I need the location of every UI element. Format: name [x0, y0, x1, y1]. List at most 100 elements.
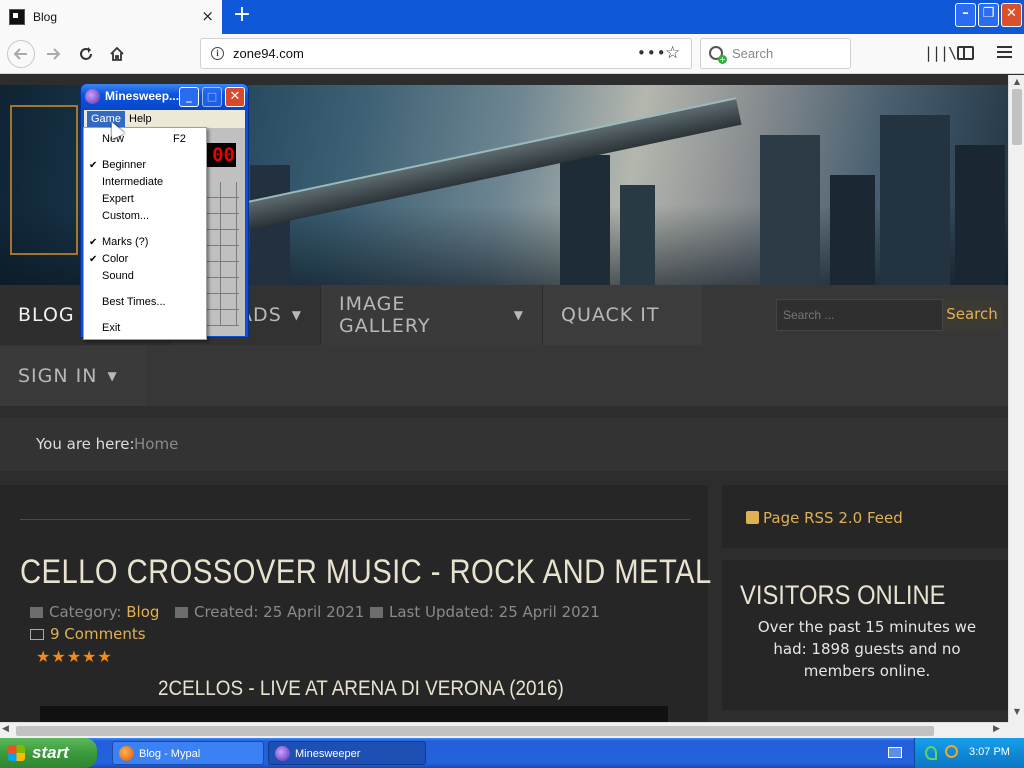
nav-item-image-gallery[interactable]: IMAGE GALLERY ▼	[320, 285, 542, 345]
menu-item-label: Best Times...	[102, 296, 166, 308]
hamburger-menu-icon[interactable]	[997, 46, 1012, 58]
menu-separator	[87, 151, 203, 152]
nav-item-label: SIGN IN	[18, 365, 98, 387]
scroll-up-arrow-icon[interactable]: ▲	[1009, 75, 1024, 89]
keyboard-icon[interactable]	[888, 747, 902, 758]
minesweeper-close-button[interactable]: ✕	[225, 87, 245, 107]
category-link[interactable]: Blog	[126, 603, 159, 621]
menu-item-label: Color	[102, 253, 129, 265]
menu-item-custom[interactable]: Custom...	[84, 208, 206, 225]
start-button[interactable]: start	[0, 738, 97, 768]
tab-close-icon[interactable]: ×	[201, 8, 214, 24]
rating-stars[interactable]: ★★★★★	[36, 647, 113, 666]
article-category: Category: Blog	[30, 603, 159, 621]
menu-help[interactable]: Help	[126, 111, 155, 127]
visitors-module: VISITORS ONLINE Over the past 15 minutes…	[722, 560, 1008, 710]
minesweeper-minimize-button[interactable]: _	[179, 87, 199, 107]
tray-search-icon[interactable]	[945, 745, 958, 758]
scroll-left-arrow-icon[interactable]: ◀	[2, 724, 9, 734]
breadcrumb-home: Home	[134, 435, 179, 453]
minesweeper-titlebar[interactable]: Minesweep... _ □ ✕	[81, 84, 248, 110]
menu-item-beginner[interactable]: ✔ Beginner	[84, 157, 206, 174]
site-search-button[interactable]: Search	[943, 299, 1001, 331]
article: CELLO CROSSOVER MUSIC - ROCK AND METAL C…	[0, 485, 711, 722]
taskbar-item-minesweeper[interactable]: Minesweeper	[268, 741, 426, 765]
taskbar-item-blog[interactable]: Blog - Mypal	[112, 741, 264, 765]
minesweeper-maximize-button: □	[202, 87, 222, 107]
minefield-grid[interactable]	[205, 182, 239, 326]
nav-item-quack-it[interactable]: QUACK IT	[542, 285, 702, 345]
clock[interactable]: 3:07 PM	[969, 746, 1010, 758]
menu-item-color[interactable]: ✔ Color	[84, 251, 206, 268]
calendar-icon	[370, 607, 383, 618]
url-bar[interactable]: i zone94.com ••• ☆	[200, 38, 692, 69]
browser-maximize-button[interactable]: ❐	[978, 3, 999, 27]
library-icon[interactable]: |||\	[924, 44, 957, 62]
minesweeper-app-icon	[275, 746, 290, 761]
mine-counter-display: 00	[203, 143, 236, 167]
article-divider	[20, 519, 690, 520]
tab-blog[interactable]: Blog ×	[0, 0, 222, 34]
vertical-scroll-thumb[interactable]	[1012, 89, 1022, 145]
rss-feed-link[interactable]: Page RSS 2.0 Feed	[746, 509, 903, 527]
comments-link[interactable]: 9 Comments	[30, 625, 146, 643]
menu-item-intermediate[interactable]: Intermediate	[84, 174, 206, 191]
menu-item-sound[interactable]: Sound	[84, 268, 206, 285]
banner-building	[560, 155, 610, 285]
folder-icon	[30, 607, 43, 618]
banner-building	[620, 185, 655, 285]
scroll-down-arrow-icon[interactable]: ▼	[1009, 705, 1024, 719]
breadcrumb-label: You are here:	[36, 435, 135, 453]
caret-down-icon: ▼	[291, 308, 302, 322]
horizontal-scroll-thumb[interactable]	[16, 726, 934, 736]
breadcrumb: You are here: Home	[0, 418, 1008, 471]
rss-label: Page RSS 2.0 Feed	[763, 509, 903, 527]
menu-separator	[87, 288, 203, 289]
browser-search-input[interactable]: Search	[700, 38, 851, 69]
bookmark-star-icon[interactable]: ☆	[665, 43, 680, 63]
menu-item-expert[interactable]: Expert	[84, 191, 206, 208]
checkmark-icon: ✔	[89, 160, 98, 171]
menu-item-shortcut: F2	[173, 133, 186, 145]
menu-item-new[interactable]: New F2	[84, 131, 206, 148]
vertical-scrollbar[interactable]: ▲ ▼	[1008, 75, 1024, 722]
comments-count: 9 Comments	[50, 625, 146, 643]
nav-item-sign-in[interactable]: SIGN IN ▼	[0, 346, 146, 406]
site-search-input[interactable]: Search ...	[776, 299, 943, 331]
back-button[interactable]	[7, 40, 35, 68]
forward-button[interactable]	[40, 41, 66, 67]
site-logo[interactable]	[10, 105, 78, 255]
browser-close-button[interactable]: ✕	[1001, 3, 1022, 27]
menu-item-exit[interactable]: Exit	[84, 320, 206, 337]
taskbar: start Blog - Mypal Minesweeper 3:07 PM	[0, 738, 1024, 768]
site-favicon-icon	[9, 9, 25, 25]
home-button[interactable]	[104, 41, 130, 67]
reload-button[interactable]	[73, 41, 99, 67]
article-created: Created: 25 April 2021	[175, 603, 364, 621]
network-icon[interactable]	[925, 746, 937, 760]
video-embed[interactable]	[40, 706, 668, 722]
minesweeper-icon	[85, 89, 100, 104]
checkmark-icon: ✔	[89, 237, 98, 248]
article-title[interactable]: CELLO CROSSOVER MUSIC - ROCK AND METAL	[20, 553, 712, 592]
banner-rail	[227, 97, 742, 233]
new-tab-button[interactable]: +	[231, 4, 253, 28]
page-actions-icon[interactable]: •••	[637, 44, 667, 62]
horizontal-scrollbar[interactable]: ◀ ▶	[0, 722, 1008, 738]
menu-item-marks[interactable]: ✔ Marks (?)	[84, 234, 206, 251]
browser-minimize-button[interactable]: –	[955, 3, 976, 27]
info-icon[interactable]: i	[211, 47, 224, 60]
scroll-right-arrow-icon[interactable]: ▶	[993, 724, 1000, 734]
menu-separator	[87, 314, 203, 315]
sidebar-toggle-icon[interactable]	[957, 46, 974, 60]
menu-item-label: Exit	[102, 322, 121, 334]
minesweeper-title: Minesweep...	[105, 89, 180, 103]
banner-building	[880, 115, 950, 285]
menu-item-label: Custom...	[102, 210, 150, 222]
url-text[interactable]: zone94.com	[233, 46, 304, 61]
menu-item-label: Expert	[102, 193, 134, 205]
menu-item-best-times[interactable]: Best Times...	[84, 294, 206, 311]
menu-item-label: Sound	[102, 270, 134, 282]
forward-arrow-icon	[47, 48, 61, 60]
browser-app-icon	[119, 746, 134, 761]
